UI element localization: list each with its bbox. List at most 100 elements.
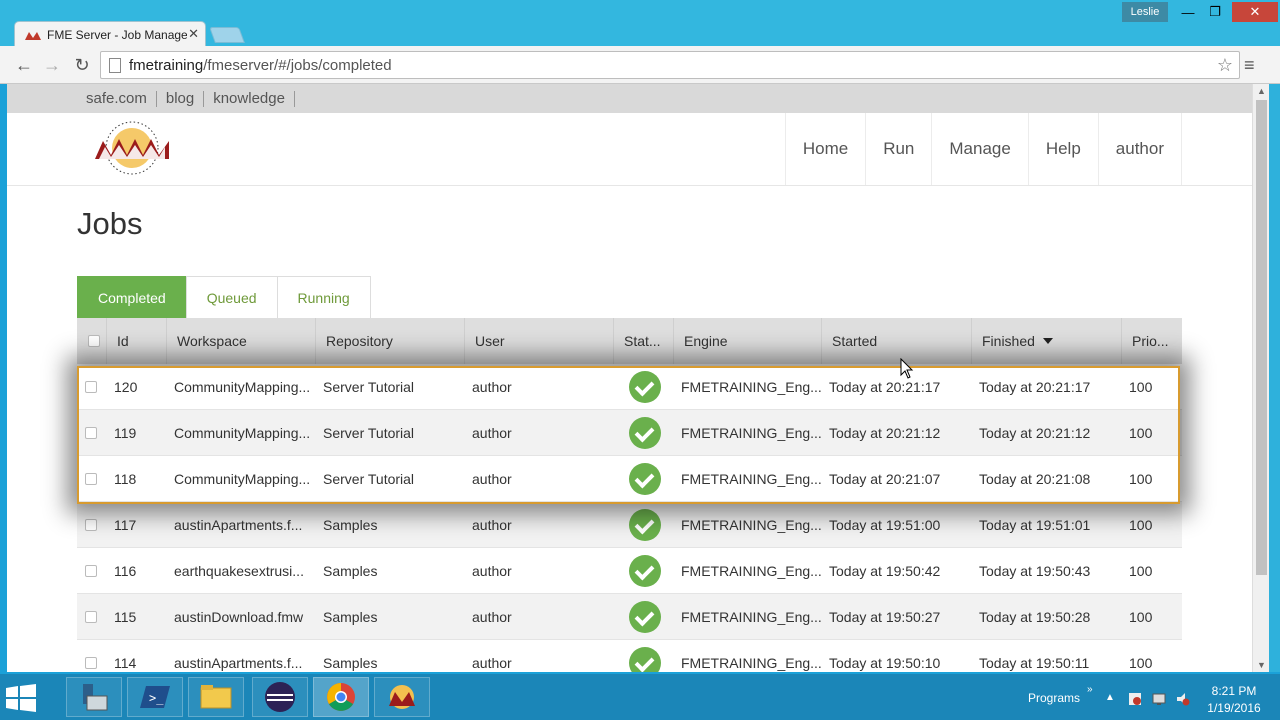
nav-home[interactable]: Home bbox=[784, 113, 865, 185]
tab-queued[interactable]: Queued bbox=[185, 276, 278, 318]
table-row[interactable]: 115 austinDownload.fmw Samples author FMETRA… bbox=[77, 594, 1182, 640]
row-checkbox-cell[interactable] bbox=[77, 410, 107, 455]
row-checkbox[interactable] bbox=[85, 426, 97, 439]
tab-close-icon[interactable]: ✕ bbox=[188, 26, 199, 42]
link-safe[interactable]: safe.com bbox=[77, 90, 157, 107]
row-checkbox-cell[interactable] bbox=[77, 548, 107, 593]
tab-completed[interactable]: Completed bbox=[77, 276, 187, 318]
show-hidden-icons-icon[interactable]: ▲ bbox=[1105, 692, 1115, 703]
row-checkbox-cell[interactable] bbox=[77, 364, 107, 409]
row-checkbox[interactable] bbox=[85, 610, 97, 623]
cell-repository: Server Tutorial bbox=[323, 424, 415, 441]
tray-programs-label[interactable]: Programs bbox=[1028, 691, 1080, 705]
table-row[interactable]: 114 austinApartments.f... Samples author FME… bbox=[77, 640, 1182, 672]
cell-priority: 100 bbox=[1129, 516, 1153, 533]
column-header-priority[interactable]: Prio... bbox=[1122, 318, 1182, 364]
column-header-finished[interactable]: Finished bbox=[972, 318, 1122, 364]
nav-user[interactable]: author bbox=[1097, 113, 1182, 185]
address-bar[interactable]: fmetraining /fmeserver/#/jobs/completed … bbox=[100, 51, 1240, 79]
link-blog[interactable]: blog bbox=[157, 90, 205, 107]
reload-icon[interactable]: ↻ bbox=[70, 53, 94, 77]
clock-time[interactable]: 8:21 PM bbox=[1196, 684, 1272, 698]
windows-start-icon[interactable] bbox=[6, 684, 36, 712]
table-row[interactable]: 116 earthquakesextrusi... Samples author FME… bbox=[77, 548, 1182, 594]
row-checkbox[interactable] bbox=[85, 656, 97, 669]
cell-repository: Samples bbox=[323, 516, 378, 533]
cell-priority: 100 bbox=[1129, 424, 1153, 441]
column-header-engine[interactable]: Engine bbox=[674, 318, 822, 364]
browser-menu-icon[interactable]: ≡ bbox=[1244, 55, 1260, 76]
new-tab-button[interactable] bbox=[209, 27, 245, 43]
nav-manage[interactable]: Manage bbox=[931, 113, 1027, 185]
mouse-cursor-icon bbox=[900, 358, 914, 379]
maximize-button[interactable]: ❐ bbox=[1202, 2, 1228, 22]
page-icon bbox=[109, 58, 121, 73]
success-check-icon[interactable] bbox=[629, 508, 661, 541]
success-check-icon[interactable] bbox=[629, 646, 661, 672]
success-check-icon[interactable] bbox=[629, 416, 661, 449]
toolbar-expand-icon[interactable]: » bbox=[1087, 684, 1093, 695]
scroll-down-arrow-icon[interactable]: ▼ bbox=[1257, 660, 1266, 670]
tab-running[interactable]: Running bbox=[276, 276, 371, 318]
column-header-workspace[interactable]: Workspace bbox=[167, 318, 316, 364]
link-knowledge[interactable]: knowledge bbox=[204, 90, 295, 107]
fme-logo[interactable] bbox=[91, 119, 173, 177]
tray-network-icon[interactable] bbox=[1152, 692, 1166, 706]
taskbar-chrome-icon[interactable] bbox=[313, 677, 369, 717]
cell-engine: FMETRAINING_Eng... bbox=[681, 516, 822, 533]
taskbar-file-explorer-icon[interactable] bbox=[188, 677, 244, 717]
cell-finished: Today at 19:51:01 bbox=[979, 516, 1091, 533]
row-checkbox[interactable] bbox=[85, 472, 97, 485]
success-check-icon[interactable] bbox=[629, 370, 661, 403]
column-header-status[interactable]: Stat... bbox=[614, 318, 674, 364]
cell-workspace: austinApartments.f... bbox=[174, 654, 303, 671]
taskbar-eclipse-icon[interactable] bbox=[252, 677, 308, 717]
forward-arrow-icon[interactable]: → bbox=[40, 53, 64, 77]
table-row[interactable]: 119 CommunityMapping... Server Tutorial aut… bbox=[77, 410, 1182, 456]
scrollbar-thumb[interactable] bbox=[1256, 100, 1267, 575]
cell-status bbox=[614, 456, 674, 501]
taskbar-server-manager-icon[interactable] bbox=[66, 677, 122, 717]
cell-engine: FMETRAINING_Eng... bbox=[681, 424, 822, 441]
nav-run[interactable]: Run bbox=[865, 113, 931, 185]
clock-date[interactable]: 1/19/2016 bbox=[1196, 701, 1272, 715]
taskbar-fme-workbench-icon[interactable] bbox=[374, 677, 430, 717]
profile-badge[interactable]: Leslie bbox=[1122, 2, 1168, 22]
column-header-repository[interactable]: Repository bbox=[316, 318, 465, 364]
row-checkbox[interactable] bbox=[85, 518, 97, 531]
site-header: Home Run Manage Help author bbox=[7, 113, 1252, 186]
close-window-button[interactable]: ✕ bbox=[1232, 2, 1278, 22]
row-checkbox-cell[interactable] bbox=[77, 456, 107, 501]
cell-workspace: CommunityMapping... bbox=[174, 470, 311, 487]
select-all-checkbox[interactable] bbox=[88, 335, 100, 347]
tray-volume-icon[interactable] bbox=[1176, 692, 1190, 706]
column-header-id[interactable]: Id bbox=[107, 318, 167, 364]
select-all-checkbox-cell[interactable] bbox=[77, 318, 107, 364]
success-check-icon[interactable] bbox=[629, 600, 661, 633]
row-checkbox-cell[interactable] bbox=[77, 594, 107, 639]
bookmark-star-icon[interactable]: ☆ bbox=[1217, 55, 1233, 76]
cell-user: author bbox=[472, 424, 512, 441]
scroll-up-arrow-icon[interactable]: ▲ bbox=[1257, 86, 1266, 96]
url-host: fmetraining bbox=[129, 56, 204, 74]
row-checkbox-cell[interactable] bbox=[77, 640, 107, 672]
cell-id: 117 bbox=[114, 516, 137, 533]
table-row[interactable]: 118 CommunityMapping... Server Tutorial aut… bbox=[77, 456, 1182, 502]
tray-security-icon[interactable] bbox=[1128, 692, 1142, 706]
row-checkbox[interactable] bbox=[85, 564, 97, 577]
success-check-icon[interactable] bbox=[629, 462, 661, 495]
row-checkbox[interactable] bbox=[85, 380, 97, 393]
browser-tab[interactable]: FME Server - Job Manage ✕ bbox=[14, 21, 206, 47]
success-check-icon[interactable] bbox=[629, 554, 661, 587]
row-checkbox-cell[interactable] bbox=[77, 502, 107, 547]
minimize-button[interactable]: — bbox=[1175, 2, 1201, 22]
table-row[interactable]: 117 austinApartments.f... Samples author FME… bbox=[77, 502, 1182, 548]
column-header-started[interactable]: Started bbox=[822, 318, 972, 364]
nav-help[interactable]: Help bbox=[1027, 113, 1098, 185]
vertical-scrollbar[interactable]: ▲ ▼ bbox=[1252, 84, 1269, 672]
table-header: Id Workspace Repository User Stat... Eng… bbox=[77, 318, 1182, 364]
back-arrow-icon[interactable]: ← bbox=[12, 53, 36, 77]
taskbar-powershell-icon[interactable]: >_ bbox=[127, 677, 183, 717]
column-header-user[interactable]: User bbox=[465, 318, 614, 364]
table-row[interactable]: 120 CommunityMapping... Server Tutorial aut… bbox=[77, 364, 1182, 410]
